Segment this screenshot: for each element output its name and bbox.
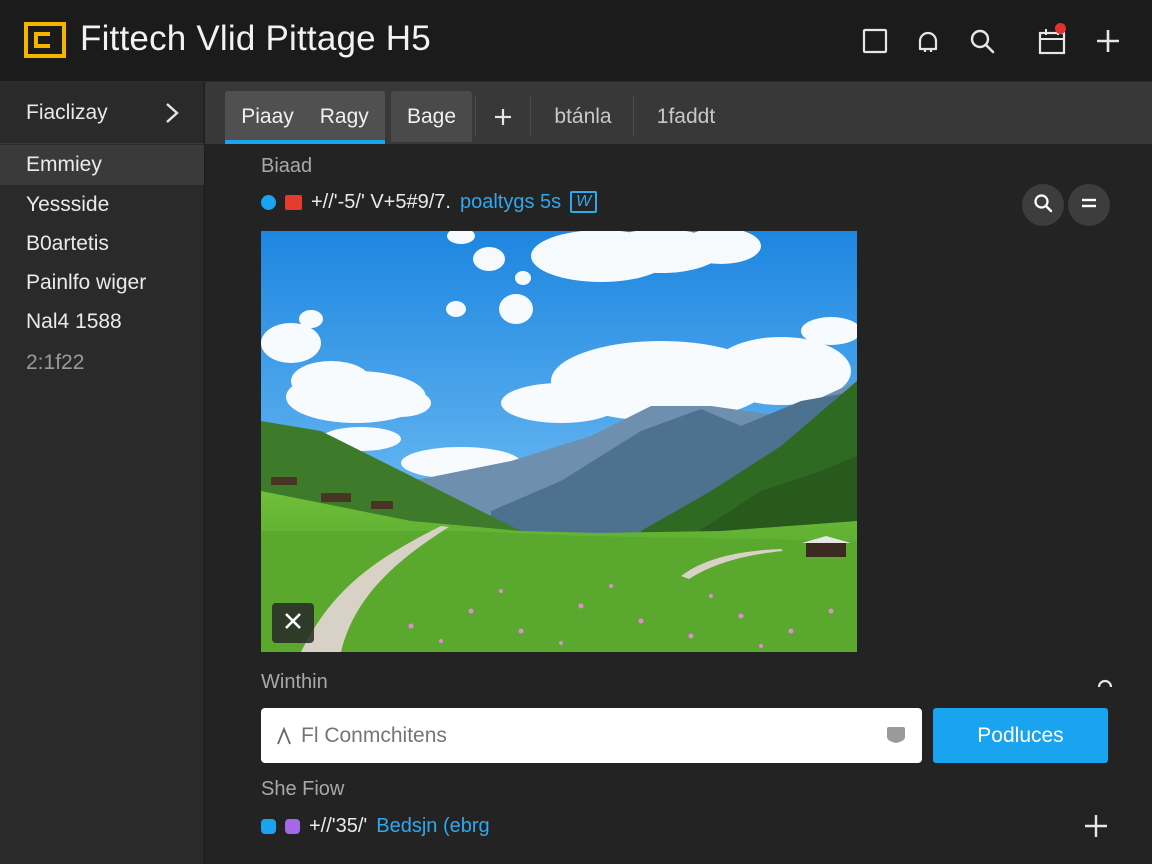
meta-text: +//'-5/' V+5#9/7. xyxy=(311,190,451,213)
tab-label: Bage xyxy=(406,104,457,128)
close-icon xyxy=(284,612,302,635)
search-icon xyxy=(1033,193,1053,218)
new-tab-plus-icon[interactable] xyxy=(480,91,526,142)
sidebar-item-b0artetis[interactable]: B0artetis xyxy=(0,224,204,264)
app-logo-icon xyxy=(24,22,66,58)
sidebar-item-label: Yessside xyxy=(26,193,110,216)
add-icon[interactable] xyxy=(1082,812,1110,840)
tab-piaay-ragy[interactable]: Piaay Ragy xyxy=(225,91,385,144)
search-field[interactable] xyxy=(261,708,922,763)
image-search-button[interactable] xyxy=(1022,184,1064,226)
notification-badge xyxy=(1055,23,1066,34)
calendar-icon[interactable] xyxy=(1037,23,1067,56)
sidebar-item-label: 2:1f22 xyxy=(26,351,85,374)
tab-btanla[interactable]: btánla xyxy=(535,91,631,142)
tab-divider xyxy=(475,96,476,136)
tab-bar: Piaay Ragy Bage btánla 1faddt xyxy=(205,82,1152,144)
section-title-biaad: Biaad xyxy=(261,155,313,177)
tab-1faddt[interactable]: 1faddt xyxy=(641,91,731,142)
cyan-dot-icon xyxy=(261,194,276,210)
tab-bage[interactable]: Bage xyxy=(391,91,472,142)
purple-tag-icon xyxy=(285,818,300,834)
app-title: Fittech Vlid Pittage H5 xyxy=(80,19,431,58)
tab-label-piaay: Piaay xyxy=(241,104,294,128)
section-title-winthin: Winthin xyxy=(261,671,328,693)
close-image-button[interactable] xyxy=(272,603,314,643)
sidebar-heading: Fiaclizay xyxy=(26,100,108,124)
meta-row-2: +//'35/' Bedsjn (ebrg xyxy=(261,813,490,839)
plus-icon[interactable] xyxy=(1093,26,1123,56)
top-header: Fittech Vlid Pittage H5 xyxy=(0,0,1152,82)
meta-row-1: +//'-5/' V+5#9/7. poaltygs 5s W xyxy=(261,189,598,215)
tab-label-ragy: Ragy xyxy=(319,104,369,128)
sidebar-item-timestamp[interactable]: 2:1f22 xyxy=(0,343,204,383)
chevron-right-icon[interactable] xyxy=(164,102,180,124)
meta-link[interactable]: Bedsjn (ebrg xyxy=(376,815,489,838)
square-icon[interactable] xyxy=(860,26,890,56)
sidebar-header[interactable]: Fiaclizay xyxy=(0,82,204,144)
sidebar-item-painlfo-wiger[interactable]: Painlfo wiger xyxy=(0,263,204,303)
tab-divider xyxy=(530,96,531,136)
section-title-she-fiow: She Fiow xyxy=(261,778,345,800)
image-menu-button[interactable] xyxy=(1068,184,1110,226)
tab-divider xyxy=(633,96,634,136)
message-icon[interactable] xyxy=(884,724,908,746)
tab-label: 1faddt xyxy=(656,104,716,128)
sidebar: Fiaclizay Emmiey Yessside B0artetis Pain… xyxy=(0,82,204,864)
search-input[interactable] xyxy=(301,723,881,748)
produces-button[interactable]: Podluces xyxy=(933,708,1108,763)
sidebar-item-label: B0artetis xyxy=(26,232,109,255)
landscape-image xyxy=(261,231,857,652)
sidebar-item-label: Painlfo wiger xyxy=(26,271,147,294)
bell-icon[interactable] xyxy=(913,26,943,56)
meta-badge: W xyxy=(570,191,598,213)
red-tag-icon xyxy=(285,194,302,210)
meta-link[interactable]: poaltygs 5s xyxy=(460,191,561,214)
person-icon xyxy=(275,726,293,746)
menu-icon xyxy=(1079,193,1099,218)
sidebar-item-label: Nal4 1588 xyxy=(26,310,122,333)
meta-text: +//'35/' xyxy=(309,814,368,837)
chevron-up-icon[interactable] xyxy=(1094,672,1116,694)
sidebar-item-nal4[interactable]: Nal4 1588 xyxy=(0,302,204,342)
sidebar-item-yessside[interactable]: Yessside xyxy=(0,185,204,225)
main-content: Biaad +//'-5/' V+5#9/7. poaltygs 5s W Wi… xyxy=(205,144,1152,864)
sidebar-item-label: Emmiey xyxy=(26,153,102,176)
landscape-illustration xyxy=(261,231,857,652)
cyan-dot-icon xyxy=(261,818,276,834)
search-icon[interactable] xyxy=(967,26,997,56)
tab-label: btánla xyxy=(554,104,612,128)
sidebar-item-emmiey[interactable]: Emmiey xyxy=(0,145,204,185)
